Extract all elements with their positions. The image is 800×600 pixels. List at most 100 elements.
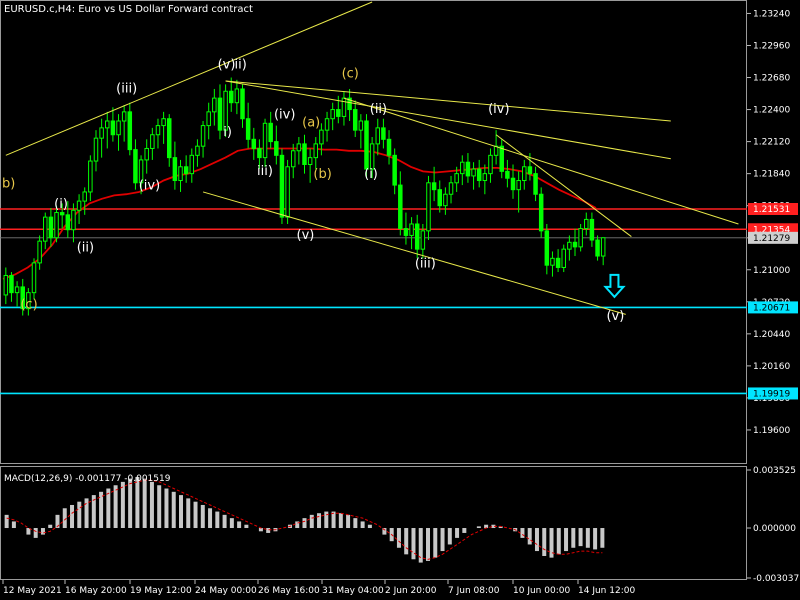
- candle-body: [296, 143, 302, 152]
- candle-body: [144, 147, 149, 161]
- y-axis-tick-label: 1.22680: [753, 74, 790, 84]
- wave-label: (iii): [116, 81, 137, 96]
- wave-label: (ii): [370, 102, 387, 117]
- y-axis-tick-label: 1.21000: [753, 266, 790, 276]
- y-axis-tick-label: 1.21840: [753, 170, 790, 180]
- wave-label: (b): [313, 167, 331, 182]
- x-axis-tick-label: 7 Jun 08:00: [448, 586, 500, 596]
- wave-label: (iii): [415, 256, 436, 271]
- wave-label: ii): [235, 57, 247, 72]
- candle-body: [431, 182, 437, 191]
- candle-body: [59, 212, 65, 216]
- x-axis-tick-label: 24 May 00:00: [195, 586, 257, 596]
- candle-body: [251, 138, 257, 149]
- candle-body: [600, 237, 606, 257]
- wave-label: (a): [302, 116, 320, 131]
- candle-body: [465, 161, 471, 177]
- candle-body: [443, 193, 448, 207]
- candle-body: [307, 157, 313, 165]
- macd-y-tick-label: -0.003037: [753, 574, 799, 584]
- candle-body: [409, 223, 414, 236]
- candle-body: [584, 218, 589, 230]
- wave-label: (c): [342, 67, 359, 82]
- candle-body: [460, 161, 465, 175]
- candle-body: [319, 129, 324, 145]
- candle-body: [476, 168, 482, 182]
- x-axis-tick-label: 31 May 04:00: [322, 586, 384, 596]
- candle-body: [386, 138, 392, 156]
- y-axis-tick-label: 1.20160: [753, 362, 790, 372]
- candle-body: [99, 127, 104, 139]
- candle-body: [234, 88, 240, 104]
- candle-body: [414, 223, 420, 250]
- candle-body: [3, 274, 9, 296]
- candle-body: [257, 147, 262, 159]
- y-axis-tick-label: 1.23240: [753, 9, 790, 19]
- candle-body: [228, 90, 234, 104]
- candle-body: [71, 209, 76, 231]
- candle-body: [178, 166, 183, 182]
- macd-y-tick-label: 0.003525: [753, 466, 796, 476]
- candle-body: [116, 120, 121, 136]
- candle-body: [392, 154, 397, 186]
- wave-label: b): [2, 176, 15, 191]
- candle-body: [290, 150, 296, 168]
- candle-body: [212, 97, 217, 113]
- y-axis-tick-label: 1.22120: [753, 138, 790, 148]
- candle-body: [482, 173, 488, 182]
- x-axis-tick-label: 16 May 20:00: [65, 586, 127, 596]
- candle-body: [538, 193, 544, 232]
- candle-body: [595, 239, 600, 257]
- candle-body: [336, 109, 341, 117]
- x-axis-tick-label: 12 May 2021: [3, 586, 62, 596]
- candle-body: [505, 170, 510, 179]
- candle-body: [471, 168, 476, 177]
- candle-body: [172, 157, 178, 182]
- candle-body: [88, 160, 93, 193]
- candle-body: [488, 154, 493, 175]
- candle-body: [448, 182, 454, 195]
- candle-body: [302, 143, 307, 165]
- candle-body: [561, 248, 566, 268]
- candle-body: [572, 241, 578, 248]
- candle-body: [324, 118, 330, 131]
- macd-y-tick-label: 0.000000: [753, 524, 796, 534]
- candle-body: [245, 118, 251, 140]
- trading-chart[interactable]: b)(i)(ii)(c)(iii)(iv)(v) ii)i)(iv)iii)(a)…: [0, 0, 800, 600]
- candle-body: [510, 177, 516, 191]
- candle-body: [578, 228, 583, 248]
- candle-body: [82, 191, 87, 202]
- y-axis-tick-label: 1.20440: [753, 330, 790, 340]
- candle-body: [262, 122, 268, 159]
- candle-body: [183, 166, 189, 175]
- candle-body: [65, 214, 71, 231]
- candle-body: [589, 218, 595, 241]
- candle-body: [352, 109, 358, 131]
- x-axis-tick-label: 2 Jun 20:00: [385, 586, 437, 596]
- candle-body: [268, 122, 273, 143]
- candle-body: [93, 137, 99, 162]
- candle-body: [369, 143, 375, 170]
- x-axis-tick-label: 14 Jun 12:00: [578, 586, 635, 596]
- candle-body: [161, 118, 166, 127]
- candle-body: [76, 200, 82, 211]
- candle-body: [533, 173, 538, 195]
- candle-body: [43, 216, 48, 242]
- wave-label: iii): [257, 164, 273, 179]
- candle-body: [206, 111, 211, 127]
- wave-label: (i): [364, 167, 378, 182]
- candle-body: [240, 88, 245, 120]
- candle-body: [133, 149, 138, 184]
- wave-label: (i): [54, 197, 68, 212]
- candle-body: [437, 189, 442, 207]
- level-price-label: 1.20671: [753, 303, 790, 313]
- level-price-label: 1.21531: [753, 205, 790, 215]
- candle-body: [121, 111, 127, 122]
- candle-body: [364, 120, 369, 170]
- candle-body: [285, 166, 290, 218]
- candle-body: [110, 120, 116, 136]
- candle-body: [358, 120, 364, 131]
- x-axis-tick-label: 10 Jun 00:00: [513, 586, 570, 596]
- y-axis-tick-label: 1.22400: [753, 106, 790, 116]
- candle-body: [375, 127, 381, 145]
